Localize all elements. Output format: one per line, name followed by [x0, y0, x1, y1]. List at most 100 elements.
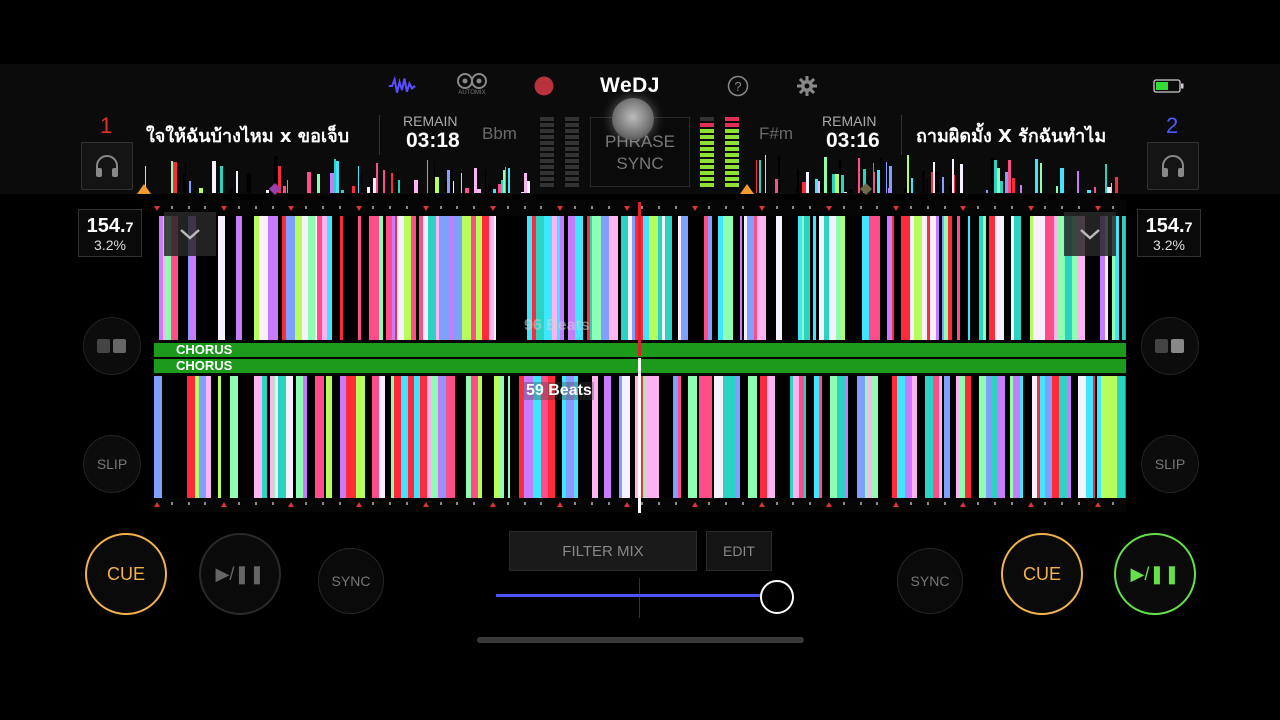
automix-button[interactable]: AUTOMIX — [457, 72, 487, 96]
meter-segment — [725, 171, 739, 175]
phrase-sync-knob[interactable] — [612, 98, 654, 140]
deck2-collapse-button[interactable] — [1064, 212, 1116, 256]
waveform-segment — [315, 376, 324, 498]
waveform-segment — [1125, 216, 1126, 340]
filter-mix-button[interactable]: FILTER MIX — [509, 531, 697, 571]
beat-tick — [994, 502, 996, 505]
deck1-bpm-display[interactable]: 154.7 3.2% — [78, 209, 142, 257]
crossfader-track[interactable] — [496, 594, 782, 597]
beat-tick — [557, 502, 564, 507]
beat-tick — [439, 206, 442, 209]
meter-segment — [540, 153, 554, 157]
beat-tick — [910, 206, 912, 209]
beat-tick — [506, 502, 509, 505]
waveform-segment — [317, 173, 320, 193]
beat-tick — [154, 206, 160, 211]
deck2-overview-waveform[interactable] — [748, 155, 1132, 193]
waveform-segment — [218, 216, 225, 340]
waveform-segment — [332, 216, 340, 340]
beat-tick — [288, 206, 295, 211]
deck1-collapse-button[interactable] — [164, 212, 216, 256]
beat-tick — [607, 206, 610, 209]
waveform-segment — [775, 376, 783, 498]
meter-segment — [540, 141, 554, 145]
settings-icon[interactable] — [793, 74, 821, 98]
beat-tick — [221, 502, 228, 507]
waveform-segment — [427, 160, 428, 193]
meter-segment — [540, 177, 554, 181]
waveform-segment — [397, 216, 404, 340]
waveform-segment — [849, 188, 853, 193]
waveform-segment — [1086, 376, 1093, 498]
waveform-segment — [246, 376, 254, 498]
waveform-segment — [307, 171, 311, 193]
deck1-play-pause-button[interactable]: ▶/❚❚ — [199, 533, 281, 615]
waveform-segment — [287, 180, 288, 193]
meter-segment — [725, 141, 739, 145]
waveform-icon[interactable] — [388, 74, 416, 98]
deck2-headphone-cue-button[interactable] — [1147, 142, 1199, 190]
beat-tick — [1044, 502, 1047, 505]
deck1-pad-mode-button[interactable] — [83, 317, 141, 375]
deck2-bpm-display[interactable]: 154.7 3.2% — [1137, 209, 1201, 257]
deck2-bpm: 154. — [1145, 215, 1185, 237]
waveform-segment — [295, 216, 302, 340]
beat-tick — [859, 206, 862, 209]
deck2-slip-button[interactable]: SLIP — [1141, 435, 1199, 493]
meter-segment — [565, 183, 579, 187]
beat-tick — [926, 502, 929, 505]
meter-segment — [540, 147, 554, 151]
waveform-segment — [1008, 160, 1011, 193]
deck1-sync-button[interactable]: SYNC — [318, 548, 384, 614]
deck1-overview-waveform[interactable] — [140, 155, 530, 193]
deck2-cue-button[interactable]: CUE — [1001, 533, 1083, 615]
waveform-segment — [401, 376, 408, 498]
waveform-segment — [527, 180, 530, 193]
waveform-segment — [168, 376, 176, 498]
waveform-segment — [283, 186, 286, 193]
beat-tick — [406, 206, 408, 209]
waveform-segment — [454, 216, 462, 340]
beat-tick — [893, 206, 900, 211]
waveform-segment — [927, 177, 928, 193]
waveform-segment — [747, 216, 754, 340]
beat-tick — [1027, 502, 1034, 507]
waveform-segment — [905, 376, 912, 498]
crossfader-thumb[interactable] — [760, 580, 795, 614]
deck1-pitch: 3.2% — [94, 237, 126, 253]
beat-tick — [876, 206, 879, 209]
waveform-segment — [220, 165, 223, 193]
waveform-segment — [1078, 376, 1086, 498]
waveform-segment — [765, 155, 766, 193]
waveform-segment — [922, 170, 925, 193]
waveform-segment — [756, 159, 757, 193]
record-icon[interactable] — [530, 74, 558, 98]
deck2-sync-button[interactable]: SYNC — [897, 548, 963, 614]
beat-tick — [305, 206, 308, 209]
deck1-chorus-label: CHORUS — [176, 342, 233, 357]
waveform-segment — [496, 216, 505, 340]
waveform-segment — [688, 216, 696, 340]
meter-segment — [540, 183, 554, 187]
waveform-segment — [601, 216, 609, 340]
waveform-segment — [1045, 216, 1054, 340]
deck2-pad-mode-button[interactable] — [1141, 317, 1199, 375]
deck1-headphone-cue-button[interactable] — [81, 142, 133, 190]
waveform-segment — [688, 376, 697, 498]
waveform-segment — [398, 179, 400, 193]
beat-tick — [422, 502, 429, 507]
deck2-play-pause-button[interactable]: ▶/❚❚ — [1114, 533, 1196, 615]
waveform-segment — [971, 376, 979, 498]
meter-segment — [565, 159, 579, 163]
meter-segment — [725, 135, 739, 139]
deck1-slip-button[interactable]: SLIP — [83, 435, 141, 493]
waveform-segment — [621, 216, 628, 340]
help-icon[interactable]: ? — [724, 74, 752, 98]
edit-button[interactable]: EDIT — [706, 531, 772, 571]
waveform-segment — [259, 216, 268, 340]
waveform-segment — [477, 189, 481, 193]
waveform-segment — [1115, 177, 1118, 193]
waveform-segment — [1012, 177, 1015, 193]
beat-tick — [288, 502, 295, 507]
deck1-cue-button[interactable]: CUE — [85, 533, 167, 615]
